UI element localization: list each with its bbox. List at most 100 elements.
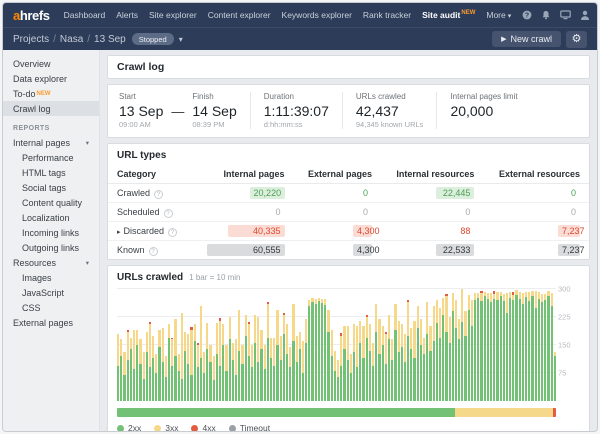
sidebar-item-images[interactable]: Images [3,270,99,285]
chart-bar[interactable] [143,289,145,401]
chart-bar[interactable] [219,289,221,401]
chart-bar[interactable] [487,289,489,401]
chart-bar[interactable] [289,289,291,401]
chart-bar[interactable] [433,289,435,401]
chart-bar[interactable] [194,289,196,401]
chart-bar[interactable] [340,289,342,401]
chart-bar[interactable] [503,289,505,401]
chart-bar[interactable] [286,289,288,401]
chart-bar[interactable] [554,289,556,401]
breadcrumb-item-projects[interactable]: Projects [13,34,49,45]
new-crawl-button[interactable]: ▶New crawl [492,31,561,47]
chart-bar[interactable] [260,289,262,401]
chart-bar[interactable] [178,289,180,401]
chart-bar[interactable] [305,289,307,401]
chart-bar[interactable] [133,289,135,401]
chart-bar[interactable] [484,289,486,401]
notifications-icon[interactable] [541,10,551,20]
sidebar-item-overview[interactable]: Overview [3,56,99,71]
chart-bar[interactable] [190,289,192,401]
chart-bar[interactable] [184,289,186,401]
chart-bar[interactable] [372,289,374,401]
chart-bar[interactable] [519,289,521,401]
sidebar-item-social-tags[interactable]: Social tags [3,180,99,195]
chart-bar[interactable] [206,289,208,401]
chart-bar[interactable] [273,289,275,401]
chart-bar[interactable] [245,289,247,401]
chart-bar[interactable] [187,289,189,401]
breadcrumb-item-nasa[interactable]: Nasa [60,34,83,45]
nav-item-dashboard[interactable]: Dashboard [64,10,106,20]
chart-bar[interactable] [449,289,451,401]
info-icon[interactable]: ? [154,190,163,199]
chart-bar[interactable] [181,289,183,401]
info-icon[interactable]: ? [164,209,173,218]
chart-bar[interactable] [264,289,266,401]
chart-bar[interactable] [525,289,527,401]
chart-bar[interactable] [512,289,514,401]
nav-item-rank-tracker[interactable]: Rank tracker [363,10,411,20]
chart-bar[interactable] [280,289,282,401]
chart-bar[interactable] [535,289,537,401]
chart-bar[interactable] [394,289,396,401]
chart-bar[interactable] [429,289,431,401]
sidebar-item-external-pages[interactable]: External pages [3,315,99,330]
chart-bar[interactable] [547,289,549,401]
info-icon[interactable]: ? [149,247,158,256]
chart-bar[interactable] [254,289,256,401]
chart-bar[interactable] [235,289,237,401]
chart-bar[interactable] [213,289,215,401]
chart-bar[interactable] [407,289,409,401]
chart-bar[interactable] [197,289,199,401]
nav-item-site-audit[interactable]: Site auditNEW [422,10,475,20]
chart-bar[interactable] [442,289,444,401]
chart-bar[interactable] [439,289,441,401]
chart-bar[interactable] [225,289,227,401]
chart-bar[interactable] [270,289,272,401]
expand-row-icon[interactable]: ▸ [117,229,121,236]
chart-bar[interactable] [347,289,349,401]
chart-bar[interactable] [436,289,438,401]
chart-bar[interactable] [382,289,384,401]
display-icon[interactable] [560,10,571,20]
chart-bar[interactable] [209,289,211,401]
chart-bar[interactable] [404,289,406,401]
chart-bar[interactable] [318,289,320,401]
chart-bar[interactable] [155,289,157,401]
chart-bar[interactable] [117,289,119,401]
chart-bar[interactable] [238,289,240,401]
chart-bar[interactable] [149,289,151,401]
sidebar-item-performance[interactable]: Performance [3,150,99,165]
chart-bar[interactable] [538,289,540,401]
nav-item-alerts[interactable]: Alerts [116,10,138,20]
help-icon[interactable]: ? [522,10,532,20]
chart-bar[interactable] [477,289,479,401]
chart-bar[interactable] [241,289,243,401]
chart-bar[interactable] [413,289,415,401]
chart-bar[interactable] [500,289,502,401]
chart-bar[interactable] [455,289,457,401]
chart-bar[interactable] [359,289,361,401]
settings-button[interactable]: ⚙ [566,31,587,48]
ahrefs-logo[interactable]: ahrefs [13,8,50,23]
chart-bar[interactable] [366,289,368,401]
chart-bar[interactable] [480,289,482,401]
chart-bar[interactable] [311,289,313,401]
sidebar-item-localization[interactable]: Localization [3,210,99,225]
chart-bar[interactable] [401,289,403,401]
nav-item-site-explorer[interactable]: Site explorer [149,10,197,20]
chart-bar[interactable] [515,289,517,401]
chart-bar[interactable] [541,289,543,401]
chart-bar[interactable] [410,289,412,401]
chart-bar[interactable] [522,289,524,401]
chart-bar[interactable] [471,289,473,401]
chart-bar[interactable] [232,289,234,401]
chart-bar[interactable] [528,289,530,401]
sidebar-item-internal-pages[interactable]: Internal pages▾ [3,135,99,150]
chart-bar[interactable] [417,289,419,401]
legend-item-4xx[interactable]: 4xx [191,423,215,431]
chart-bar[interactable] [315,289,317,401]
sidebar-item-css[interactable]: CSS [3,300,99,315]
chart-bar[interactable] [458,289,460,401]
chart-bar[interactable] [490,289,492,401]
